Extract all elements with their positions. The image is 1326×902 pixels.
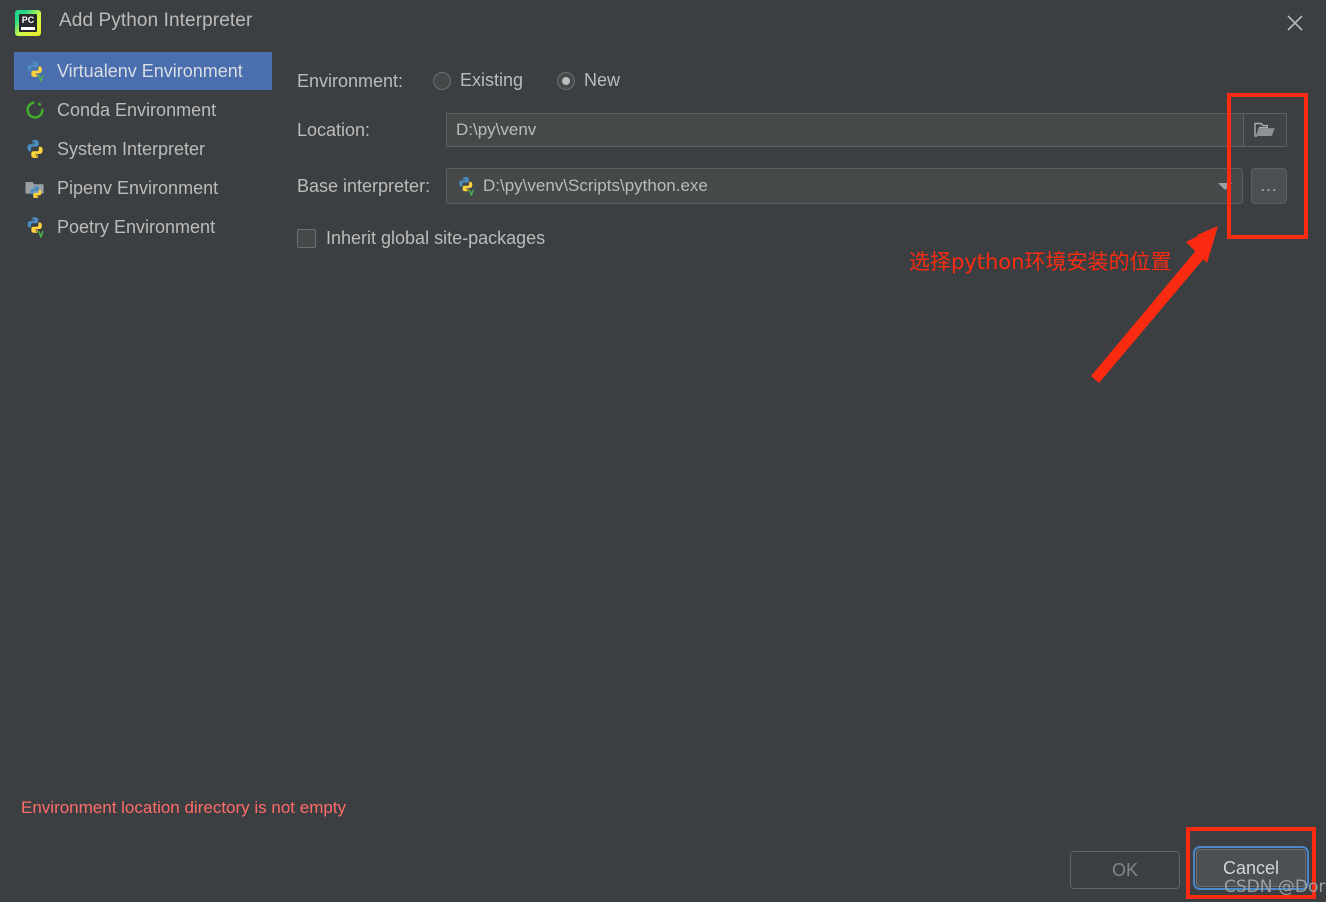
base-interpreter-select[interactable]: D:\py\venv\Scripts\python.exe	[446, 168, 1243, 204]
sidebar-item-label: Virtualenv Environment	[57, 60, 243, 81]
base-interpreter-value: D:\py\venv\Scripts\python.exe	[483, 176, 708, 195]
location-label: Location:	[297, 120, 371, 140]
checkbox-indicator	[297, 229, 316, 248]
radio-new-environment[interactable]: New	[557, 70, 620, 91]
radio-existing-indicator	[433, 71, 451, 90]
title-bar: PC Add Python Interpreter	[0, 0, 1326, 46]
radio-existing-label: Existing	[460, 70, 524, 90]
radio-existing-environment[interactable]: Existing	[433, 70, 523, 91]
sidebar-item-poetry-environment[interactable]: Poetry Environment	[14, 208, 272, 246]
python-venv-icon	[24, 60, 46, 83]
pycharm-icon-text: PC	[21, 15, 35, 25]
page-title: Add Python Interpreter	[59, 10, 253, 31]
close-icon[interactable]	[1278, 6, 1312, 40]
sidebar-item-label: Poetry Environment	[57, 216, 216, 237]
sidebar-item-pipenv-environment[interactable]: Pipenv Environment	[14, 169, 272, 207]
inherit-global-site-packages-label: Inherit global site-packages	[326, 228, 546, 248]
pycharm-icon: PC	[15, 10, 41, 36]
inherit-global-site-packages-checkbox[interactable]: Inherit global site-packages	[297, 228, 545, 249]
environment-label: Environment:	[297, 71, 404, 91]
conda-icon	[24, 99, 46, 121]
pipenv-folder-python-icon	[24, 177, 46, 199]
sidebar-item-conda-environment[interactable]: Conda Environment	[14, 91, 272, 129]
ok-button[interactable]: OK	[1070, 851, 1180, 889]
folder-icon[interactable]	[1244, 113, 1287, 147]
error-message: Environment location directory is not em…	[21, 798, 347, 817]
sidebar-item-system-interpreter[interactable]: System Interpreter	[14, 130, 272, 168]
sidebar-item-virtualenv-environment[interactable]: Virtualenv Environment	[14, 52, 272, 90]
radio-new-indicator	[557, 71, 575, 90]
sidebar-item-label: Conda Environment	[57, 99, 217, 120]
poetry-python-icon	[24, 216, 46, 239]
radio-new-label: New	[584, 70, 621, 90]
python-venv-icon	[456, 176, 476, 197]
python-icon	[24, 138, 46, 160]
interpreter-type-sidebar: Virtualenv Environment Conda Environment…	[0, 52, 286, 262]
annotation-note: 选择python环境安装的位置	[909, 250, 1172, 274]
sidebar-item-label: Pipenv Environment	[57, 177, 219, 198]
chevron-down-icon[interactable]	[1218, 183, 1232, 190]
cancel-button[interactable]: Cancel	[1193, 846, 1309, 890]
sidebar-item-label: System Interpreter	[57, 138, 206, 159]
base-interpreter-browse-button[interactable]: ...	[1251, 168, 1287, 204]
base-interpreter-label: Base interpreter:	[297, 176, 431, 196]
location-input[interactable]: D:\py\venv	[446, 113, 1244, 147]
